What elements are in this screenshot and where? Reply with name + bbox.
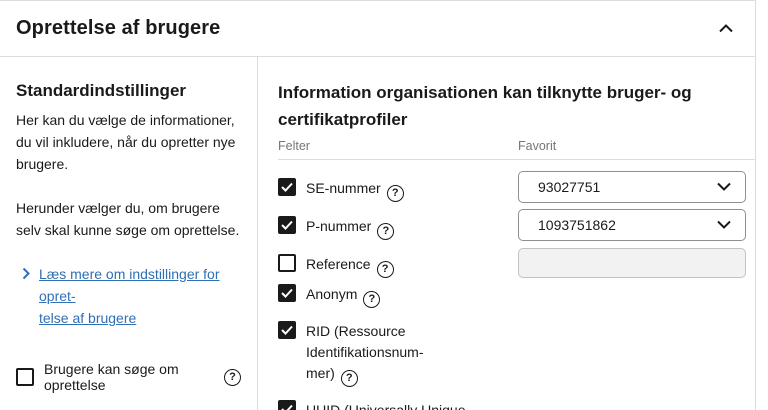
se-nummer-select[interactable]: 93027751	[518, 171, 746, 203]
apply-checkbox-label: Brugere kan søge om oprettelse	[44, 361, 179, 393]
section-heading: Standardindstillinger	[16, 81, 187, 100]
control-cell: 93027751	[518, 171, 746, 203]
checkbox-anonym[interactable]	[278, 284, 296, 302]
intro-text: Her kan du vælge de informationer, du vi…	[16, 112, 236, 172]
field-label: UUID (Universally Unique Identifier)	[306, 402, 466, 410]
help-icon[interactable]: ?	[386, 185, 404, 202]
column-headers: Felter Favorit	[278, 139, 755, 160]
panel-body: Standardindstillinger Her kan du vælge d…	[0, 57, 755, 410]
field-label: Anonym	[306, 286, 358, 302]
field-rows: SE-nummer? 93027751 P-nummer ? 109375186…	[278, 171, 755, 410]
help-icon[interactable]: ?	[377, 223, 395, 240]
label-cell: SE-nummer?	[278, 171, 518, 202]
chevron-down-icon	[717, 216, 731, 234]
field-label: P-nummer	[306, 218, 372, 234]
field-row-anonym: Anonym?	[278, 284, 755, 308]
note-text: Herunder vælger du, om brugere selv skal…	[16, 200, 240, 238]
checkbox-reference[interactable]	[278, 254, 296, 272]
help-icon[interactable]: ?	[363, 291, 381, 308]
profile-information-section: Information organisationen kan tilknytte…	[258, 57, 755, 410]
field-row-reference: Reference?	[278, 247, 755, 278]
label-cell: Anonym?	[278, 284, 518, 308]
column-header-favorite: Favorit	[518, 139, 557, 153]
column-header-fields: Felter	[278, 139, 310, 153]
page-title: Oprettelse af brugere	[16, 17, 221, 39]
field-row-rid: RID (Ressource Identifikationsnum- mer)?	[278, 321, 755, 387]
help-icon[interactable]: ?	[340, 370, 358, 387]
chevron-down-icon	[717, 178, 731, 196]
label-cell: P-nummer?	[278, 209, 518, 240]
standard-settings-section: Standardindstillinger Her kan du vælge d…	[0, 57, 258, 410]
read-more-label: Læs mere om indstillinger for opret- tel…	[39, 266, 220, 326]
checkbox-p-nummer[interactable]	[278, 216, 296, 234]
control-cell	[518, 247, 746, 278]
checkbox-rid[interactable]	[278, 321, 296, 339]
checkbox-uuid[interactable]	[278, 400, 296, 410]
label-cell: UUID (Universally Unique Identifier) ?	[278, 400, 518, 410]
read-more-link[interactable]: Læs mere om indstillinger for opret- tel…	[22, 263, 241, 329]
select-value: 93027751	[538, 179, 601, 195]
reference-input-disabled	[518, 248, 746, 278]
field-row-se-nummer: SE-nummer? 93027751	[278, 171, 755, 203]
panel-header: Oprettelse af brugere	[0, 1, 755, 57]
field-label: Reference	[306, 256, 371, 272]
collapse-button[interactable]	[715, 17, 737, 40]
p-nummer-select[interactable]: 1093751862	[518, 209, 746, 241]
checkbox-se-nummer[interactable]	[278, 178, 296, 196]
field-row-p-nummer: P-nummer? 1093751862	[278, 209, 755, 241]
help-icon[interactable]: ?	[224, 368, 241, 386]
field-label: SE-nummer	[306, 180, 381, 196]
section-heading: Information organisationen kan tilknytte…	[278, 83, 692, 129]
select-value: 1093751862	[538, 217, 616, 233]
checkbox-brugere-kan-soge[interactable]	[16, 368, 34, 386]
field-label: RID (Ressource Identifikationsnum- mer)	[306, 323, 424, 381]
apply-checkbox-row: Brugere kan søge om oprettelse ?	[16, 361, 241, 393]
chevron-up-icon	[719, 21, 733, 36]
field-row-uuid: UUID (Universally Unique Identifier) ?	[278, 400, 755, 410]
help-icon[interactable]: ?	[376, 261, 394, 278]
label-cell: RID (Ressource Identifikationsnum- mer)?	[278, 321, 518, 387]
label-cell: Reference?	[278, 247, 518, 278]
chevron-right-icon	[22, 263, 30, 329]
control-cell: 1093751862	[518, 209, 746, 241]
user-creation-panel: Oprettelse af brugere Standardindstillin…	[0, 0, 756, 410]
